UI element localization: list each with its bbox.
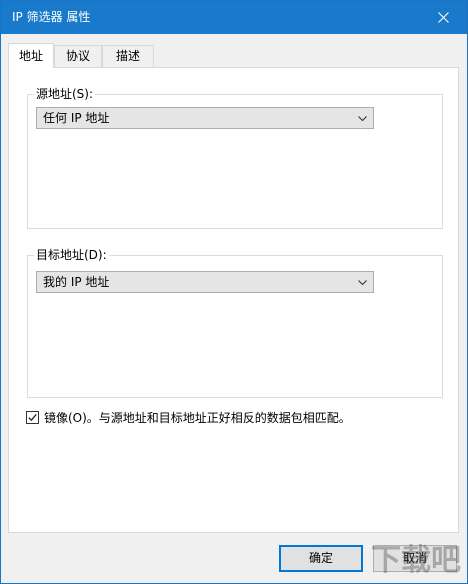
title-bar[interactable]: IP 筛选器 属性 — [1, 1, 467, 34]
source-address-group: 源地址(S): 任何 IP 地址 — [27, 87, 443, 229]
ok-button[interactable]: 确定 — [279, 545, 363, 572]
ok-button-label: 确定 — [308, 551, 333, 565]
destination-address-legend: 目标地址(D): — [34, 248, 109, 262]
mirror-label: 镜像(O)。与源地址和目标地址正好相反的数据包相匹配。 — [44, 411, 351, 425]
tab-address[interactable]: 地址 — [8, 43, 54, 68]
source-address-select[interactable]: 任何 IP 地址 — [36, 107, 374, 129]
close-icon — [438, 12, 449, 23]
tab-protocol[interactable]: 协议 — [54, 45, 102, 67]
destination-address-select[interactable]: 我的 IP 地址 — [36, 271, 374, 293]
cancel-button-label: 取消 — [402, 551, 427, 565]
tab-description-label: 描述 — [115, 49, 140, 63]
destination-address-group: 目标地址(D): 我的 IP 地址 — [27, 248, 443, 398]
source-address-legend: 源地址(S): — [34, 87, 96, 101]
dialog-window: IP 筛选器 属性 地址 协议 描述 源地址(S): 任何 IP 地址 目标地址… — [0, 0, 468, 584]
cancel-button[interactable]: 取消 — [373, 545, 457, 572]
window-title: IP 筛选器 属性 — [12, 10, 91, 24]
tab-panel-address: 源地址(S): 任何 IP 地址 目标地址(D): 我的 IP 地址 镜像(O)… — [8, 67, 459, 533]
tab-address-label: 地址 — [18, 49, 43, 63]
mirror-checkbox[interactable] — [26, 411, 39, 424]
close-button[interactable] — [421, 1, 467, 34]
checkmark-icon — [28, 413, 37, 422]
chevron-down-icon — [358, 116, 367, 122]
destination-address-value: 我的 IP 地址 — [43, 275, 110, 289]
source-address-value: 任何 IP 地址 — [43, 111, 110, 125]
tab-description[interactable]: 描述 — [102, 45, 154, 67]
tab-protocol-label: 协议 — [65, 49, 90, 63]
chevron-down-icon — [358, 280, 367, 286]
